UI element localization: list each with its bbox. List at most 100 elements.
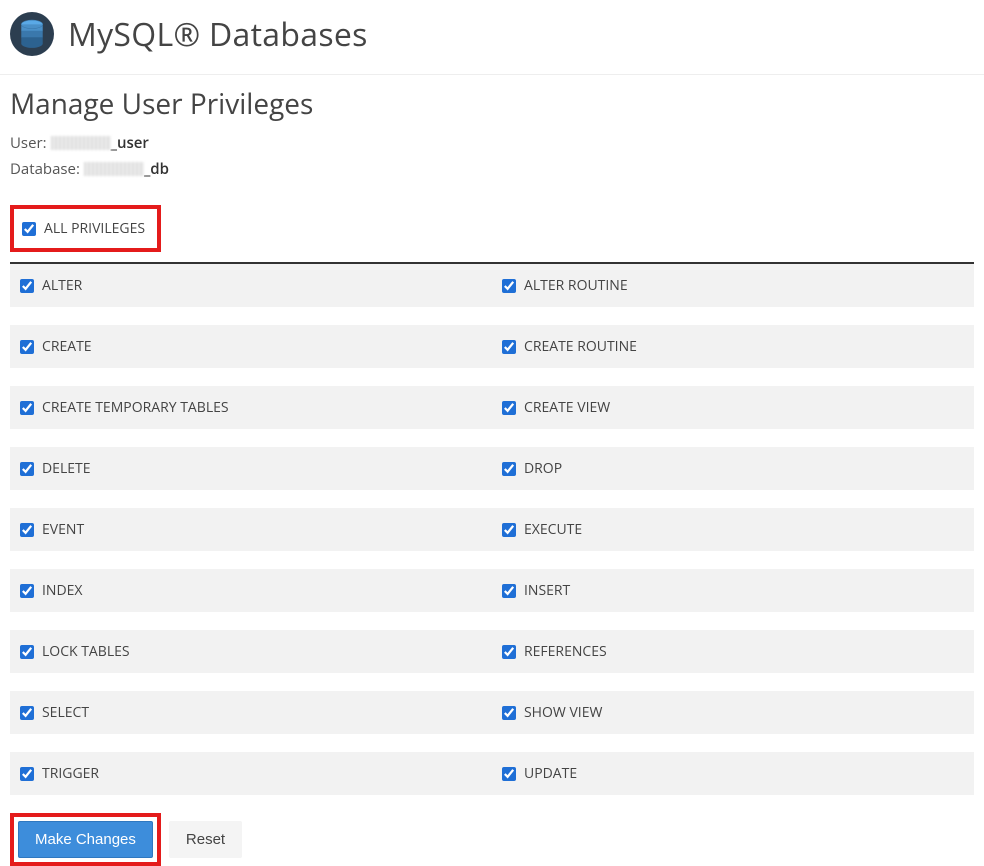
user-name-blurred xyxy=(51,136,111,150)
privilege-label: TRIGGER xyxy=(42,764,99,783)
privilege-checkbox[interactable] xyxy=(502,401,516,415)
privilege-cell: SHOW VIEW xyxy=(492,691,974,734)
all-privileges-highlight: ALL PRIVILEGES xyxy=(10,205,161,252)
section-title: Manage User Privileges xyxy=(10,85,974,123)
privilege-row: DELETE DROP xyxy=(10,447,974,490)
privilege-cell: DROP xyxy=(492,447,974,490)
actions-row: Make Changes Reset xyxy=(10,813,974,866)
privilege-label: DROP xyxy=(524,459,562,478)
privilege-checkbox[interactable] xyxy=(20,462,34,476)
privilege-checkbox-wrap[interactable]: REFERENCES xyxy=(502,642,964,661)
privilege-cell: CREATE ROUTINE xyxy=(492,325,974,368)
privilege-checkbox-wrap[interactable]: DROP xyxy=(502,459,964,478)
privilege-checkbox-wrap[interactable]: TRIGGER xyxy=(20,764,482,783)
privilege-checkbox-wrap[interactable]: ALTER ROUTINE xyxy=(502,276,964,295)
privilege-label: INDEX xyxy=(42,581,82,600)
privilege-checkbox-wrap[interactable]: INDEX xyxy=(20,581,482,600)
privilege-cell: CREATE VIEW xyxy=(492,386,974,429)
privilege-checkbox[interactable] xyxy=(502,706,516,720)
privilege-label: DELETE xyxy=(42,459,91,478)
privilege-checkbox[interactable] xyxy=(502,767,516,781)
privilege-label: ALTER xyxy=(42,276,82,295)
privilege-checkbox-wrap[interactable]: CREATE TEMPORARY TABLES xyxy=(20,398,482,417)
privilege-cell: INDEX xyxy=(10,569,492,612)
user-info-line: User: _user xyxy=(10,133,974,153)
privilege-checkbox-wrap[interactable]: UPDATE xyxy=(502,764,964,783)
privilege-checkbox[interactable] xyxy=(502,523,516,537)
privilege-cell: LOCK TABLES xyxy=(10,630,492,673)
privilege-checkbox[interactable] xyxy=(20,523,34,537)
database-icon xyxy=(10,12,54,56)
user-label: User: xyxy=(10,133,47,153)
page-header: MySQL® Databases xyxy=(0,0,984,75)
privilege-label: CREATE ROUTINE xyxy=(524,337,637,356)
privilege-label: REFERENCES xyxy=(524,642,607,661)
privilege-label: SELECT xyxy=(42,703,89,722)
privilege-cell: ALTER xyxy=(10,264,492,307)
privilege-checkbox[interactable] xyxy=(20,401,34,415)
privilege-checkbox[interactable] xyxy=(502,279,516,293)
privilege-checkbox-wrap[interactable]: EVENT xyxy=(20,520,482,539)
privilege-cell: ALTER ROUTINE xyxy=(492,264,974,307)
privilege-checkbox[interactable] xyxy=(20,584,34,598)
privilege-checkbox-wrap[interactable]: CREATE xyxy=(20,337,482,356)
privilege-label: EXECUTE xyxy=(524,520,582,539)
privilege-cell: INSERT xyxy=(492,569,974,612)
content-area: Manage User Privileges User: _user Datab… xyxy=(0,85,984,866)
privilege-row: CREATE CREATE ROUTINE xyxy=(10,325,974,368)
database-info-line: Database: _db xyxy=(10,159,974,179)
privilege-checkbox[interactable] xyxy=(502,584,516,598)
privilege-row: LOCK TABLES REFERENCES xyxy=(10,630,974,673)
privilege-checkbox-wrap[interactable]: SHOW VIEW xyxy=(502,703,964,722)
privilege-checkbox[interactable] xyxy=(502,645,516,659)
database-suffix: _db xyxy=(144,159,169,179)
privileges-grid: ALTERALTER ROUTINECREATECREATE ROUTINECR… xyxy=(10,264,974,795)
privilege-row: INDEX INSERT xyxy=(10,569,974,612)
privilege-cell: TRIGGER xyxy=(10,752,492,795)
privilege-checkbox[interactable] xyxy=(20,279,34,293)
privilege-label: EVENT xyxy=(42,520,84,539)
page-title: MySQL® Databases xyxy=(68,13,368,56)
privilege-cell: SELECT xyxy=(10,691,492,734)
privilege-row: ALTER ALTER ROUTINE xyxy=(10,264,974,307)
privilege-label: LOCK TABLES xyxy=(42,642,130,661)
privilege-cell: CREATE xyxy=(10,325,492,368)
privilege-checkbox[interactable] xyxy=(20,767,34,781)
privilege-cell: EVENT xyxy=(10,508,492,551)
privilege-label: ALTER ROUTINE xyxy=(524,276,628,295)
privilege-checkbox[interactable] xyxy=(20,340,34,354)
privilege-checkbox[interactable] xyxy=(20,645,34,659)
privilege-checkbox-wrap[interactable]: ALTER xyxy=(20,276,482,295)
privilege-checkbox-wrap[interactable]: DELETE xyxy=(20,459,482,478)
privilege-label: CREATE VIEW xyxy=(524,398,610,417)
privilege-checkbox-wrap[interactable]: CREATE VIEW xyxy=(502,398,964,417)
privilege-label: UPDATE xyxy=(524,764,577,783)
privilege-row: EVENT EXECUTE xyxy=(10,508,974,551)
all-privileges-checkbox-wrap[interactable]: ALL PRIVILEGES xyxy=(22,219,145,238)
privilege-checkbox-wrap[interactable]: EXECUTE xyxy=(502,520,964,539)
privilege-cell: CREATE TEMPORARY TABLES xyxy=(10,386,492,429)
privilege-checkbox[interactable] xyxy=(20,706,34,720)
privilege-label: INSERT xyxy=(524,581,570,600)
privilege-cell: EXECUTE xyxy=(492,508,974,551)
privilege-row: TRIGGER UPDATE xyxy=(10,752,974,795)
privilege-cell: UPDATE xyxy=(492,752,974,795)
privilege-checkbox[interactable] xyxy=(502,340,516,354)
database-name-blurred xyxy=(84,162,144,176)
privilege-checkbox-wrap[interactable]: LOCK TABLES xyxy=(20,642,482,661)
privilege-label: SHOW VIEW xyxy=(524,703,602,722)
privilege-label: CREATE TEMPORARY TABLES xyxy=(42,398,229,417)
privilege-cell: DELETE xyxy=(10,447,492,490)
privilege-checkbox[interactable] xyxy=(502,462,516,476)
privilege-checkbox-wrap[interactable]: SELECT xyxy=(20,703,482,722)
privilege-row: CREATE TEMPORARY TABLES CREATE VIEW xyxy=(10,386,974,429)
privilege-checkbox-wrap[interactable]: CREATE ROUTINE xyxy=(502,337,964,356)
all-privileges-label: ALL PRIVILEGES xyxy=(44,219,145,238)
privilege-checkbox-wrap[interactable]: INSERT xyxy=(502,581,964,600)
privilege-label: CREATE xyxy=(42,337,92,356)
all-privileges-checkbox[interactable] xyxy=(22,222,36,236)
make-changes-highlight: Make Changes xyxy=(10,813,161,866)
user-suffix: _user xyxy=(111,133,149,153)
privilege-cell: REFERENCES xyxy=(492,630,974,673)
privilege-row: SELECT SHOW VIEW xyxy=(10,691,974,734)
